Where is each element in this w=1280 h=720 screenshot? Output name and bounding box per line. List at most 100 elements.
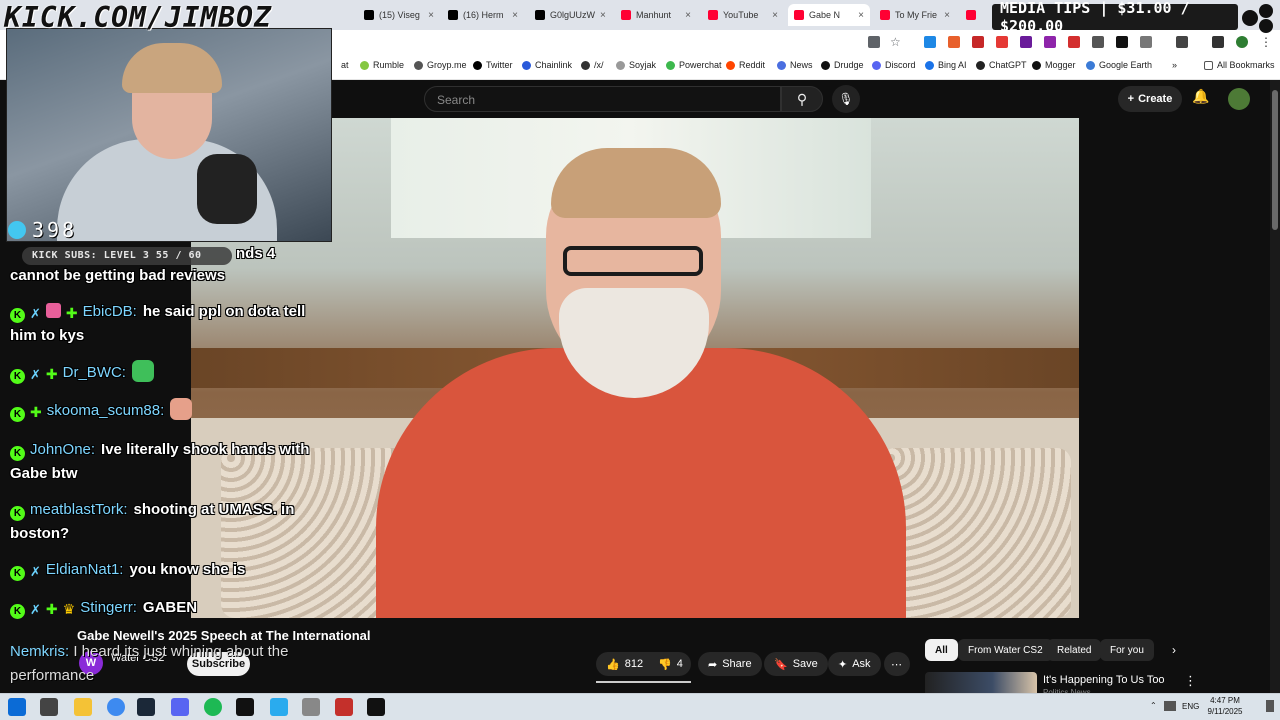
bookmark-item[interactable]: News bbox=[777, 60, 813, 70]
bookmark-item[interactable]: Twitter bbox=[473, 60, 513, 70]
chat-message-bottom: Nemkris: I heard its just whining about … bbox=[10, 640, 340, 688]
dislike-button[interactable]: 👎 4 bbox=[648, 652, 691, 676]
task-view-icon[interactable] bbox=[40, 698, 58, 716]
chip-all[interactable]: All bbox=[925, 639, 958, 661]
extension-icon[interactable] bbox=[1068, 36, 1080, 48]
search-input[interactable]: Search bbox=[424, 86, 781, 112]
bookmark-item[interactable]: Groyp.me bbox=[414, 60, 467, 70]
recommended-title[interactable]: It's Happening To Us Too bbox=[1043, 674, 1165, 686]
browser-tab[interactable] bbox=[960, 4, 990, 26]
extension-icon[interactable] bbox=[1044, 36, 1056, 48]
notifications-icon[interactable] bbox=[1266, 700, 1274, 712]
app-icon[interactable] bbox=[236, 698, 254, 716]
browser-tab[interactable]: (16) Herm × bbox=[442, 4, 524, 26]
app-icon[interactable] bbox=[302, 698, 320, 716]
clock-date[interactable]: 9/11/2025 bbox=[1200, 707, 1250, 716]
bookmark-item[interactable]: Chainlink bbox=[522, 60, 572, 70]
chat-message: K ✗ ✚ Dr_BWC: bbox=[10, 360, 330, 385]
extension-icon[interactable] bbox=[924, 36, 936, 48]
cast-icon[interactable] bbox=[868, 36, 880, 48]
metamask-icon[interactable] bbox=[948, 36, 960, 48]
browser-tab[interactable]: YouTube × bbox=[702, 4, 784, 26]
bookmark-item[interactable]: Drudge bbox=[821, 60, 864, 70]
chat-text: cannot be getting bad reviews bbox=[10, 267, 226, 284]
bookmark-item[interactable]: ChatGPT bbox=[976, 60, 1027, 70]
discord-icon[interactable] bbox=[171, 698, 189, 716]
windows-start-icon[interactable] bbox=[8, 698, 26, 716]
diamond-badge-icon: ✚ bbox=[30, 404, 42, 420]
tab-favicon-icon bbox=[621, 10, 631, 20]
bookmark-item[interactable]: at bbox=[341, 60, 349, 70]
clover-icon bbox=[581, 60, 590, 70]
chip-related[interactable]: Related bbox=[1047, 639, 1102, 661]
profile-avatar-icon[interactable] bbox=[1236, 36, 1248, 48]
account-avatar[interactable] bbox=[1228, 88, 1250, 110]
voice-search-button[interactable]: 🎙 bbox=[832, 85, 860, 113]
recommended-thumbnail[interactable] bbox=[925, 672, 1037, 693]
notifications-bell-icon[interactable]: 🔔 bbox=[1192, 88, 1209, 105]
chat-text: GABEN bbox=[142, 599, 198, 616]
bookmark-item[interactable]: Bing AI bbox=[925, 60, 967, 70]
bookmark-item[interactable]: Powerchat bbox=[666, 60, 722, 70]
clock-time[interactable]: 4:47 PM bbox=[1200, 696, 1250, 705]
chip-for-you[interactable]: For you bbox=[1100, 639, 1154, 661]
bookmark-item[interactable]: Discord bbox=[872, 60, 916, 70]
tab-close-icon[interactable]: × bbox=[858, 10, 864, 21]
bookmark-icon: 🔖 bbox=[774, 658, 788, 671]
browser-tab[interactable]: G0lgUUzW × bbox=[529, 4, 611, 26]
bookmark-star-icon[interactable]: ☆ bbox=[890, 36, 902, 48]
chevron-right-icon[interactable]: › bbox=[1172, 643, 1176, 657]
bookmark-label: Google Earth bbox=[1099, 60, 1153, 70]
spotify-icon[interactable] bbox=[204, 698, 222, 716]
chat-message: K JohnOne: Ive literally shook hands with … bbox=[10, 438, 330, 486]
tab-close-icon[interactable]: × bbox=[512, 10, 518, 21]
ask-button[interactable]: ✦ Ask bbox=[828, 652, 881, 676]
browser-tab[interactable]: Gabe N × bbox=[788, 4, 870, 26]
save-button[interactable]: 🔖 Save bbox=[764, 652, 828, 676]
search-button[interactable]: ⚲ bbox=[781, 86, 823, 112]
extension-icon[interactable] bbox=[1092, 36, 1104, 48]
language-indicator[interactable]: ENG bbox=[1182, 702, 1199, 711]
bookmark-item[interactable]: Reddit bbox=[726, 60, 765, 70]
steam-icon[interactable] bbox=[137, 698, 155, 716]
browser-tab[interactable]: (15) Viseg × bbox=[358, 4, 440, 26]
extension-icon[interactable] bbox=[1020, 36, 1032, 48]
tab-close-icon[interactable]: × bbox=[944, 10, 950, 21]
bookmark-item[interactable]: /x/ bbox=[581, 60, 604, 70]
screen: { "overlay": { "site_banner": "KICK.COM/… bbox=[0, 0, 1280, 720]
app-icon[interactable] bbox=[335, 698, 353, 716]
network-icon[interactable] bbox=[1164, 701, 1176, 711]
tab-close-icon[interactable]: × bbox=[428, 10, 434, 21]
extension-icon[interactable] bbox=[996, 36, 1008, 48]
chrome-icon[interactable] bbox=[107, 698, 125, 716]
all-bookmarks-button[interactable]: All Bookmarks bbox=[1204, 60, 1275, 70]
menu-kebab-icon[interactable]: ⋮ bbox=[1260, 36, 1272, 48]
bookmark-item[interactable]: Rumble bbox=[360, 60, 404, 70]
more-actions-button[interactable]: ⋯ bbox=[884, 652, 910, 676]
bookmark-item[interactable]: Soyjak bbox=[616, 60, 656, 70]
ublock-icon[interactable] bbox=[972, 36, 984, 48]
downloads-icon[interactable] bbox=[1212, 36, 1224, 48]
app-icon[interactable] bbox=[367, 698, 385, 716]
x-icon[interactable] bbox=[1116, 36, 1128, 48]
sidebar-icon[interactable] bbox=[1176, 36, 1188, 48]
tab-close-icon[interactable]: × bbox=[600, 10, 606, 21]
create-button[interactable]: + Create bbox=[1118, 86, 1182, 112]
recommended-menu-icon[interactable]: ⋮ bbox=[1184, 673, 1197, 689]
scrollbar-thumb[interactable] bbox=[1272, 90, 1278, 230]
bookmark-item[interactable]: Mogger bbox=[1032, 60, 1076, 70]
telegram-icon[interactable] bbox=[270, 698, 288, 716]
browser-tab[interactable]: To My Frie × bbox=[874, 4, 956, 26]
tray-chevron-icon[interactable]: ⌃ bbox=[1150, 701, 1157, 710]
puzzle-icon[interactable] bbox=[1140, 36, 1152, 48]
share-button[interactable]: ➦ Share bbox=[698, 652, 762, 676]
sword-badge-icon: ✗ bbox=[30, 602, 41, 617]
like-button[interactable]: 👍 812 bbox=[596, 652, 648, 676]
chip-from-channel[interactable]: From Water CS2 bbox=[958, 639, 1053, 661]
tab-close-icon[interactable]: × bbox=[772, 10, 778, 21]
file-explorer-icon[interactable] bbox=[74, 698, 92, 716]
tab-close-icon[interactable]: × bbox=[685, 10, 691, 21]
bookmark-item[interactable]: Google Earth bbox=[1086, 60, 1152, 70]
bookmarks-overflow-icon[interactable]: » bbox=[1172, 60, 1177, 70]
browser-tab[interactable]: Manhunt × bbox=[615, 4, 697, 26]
